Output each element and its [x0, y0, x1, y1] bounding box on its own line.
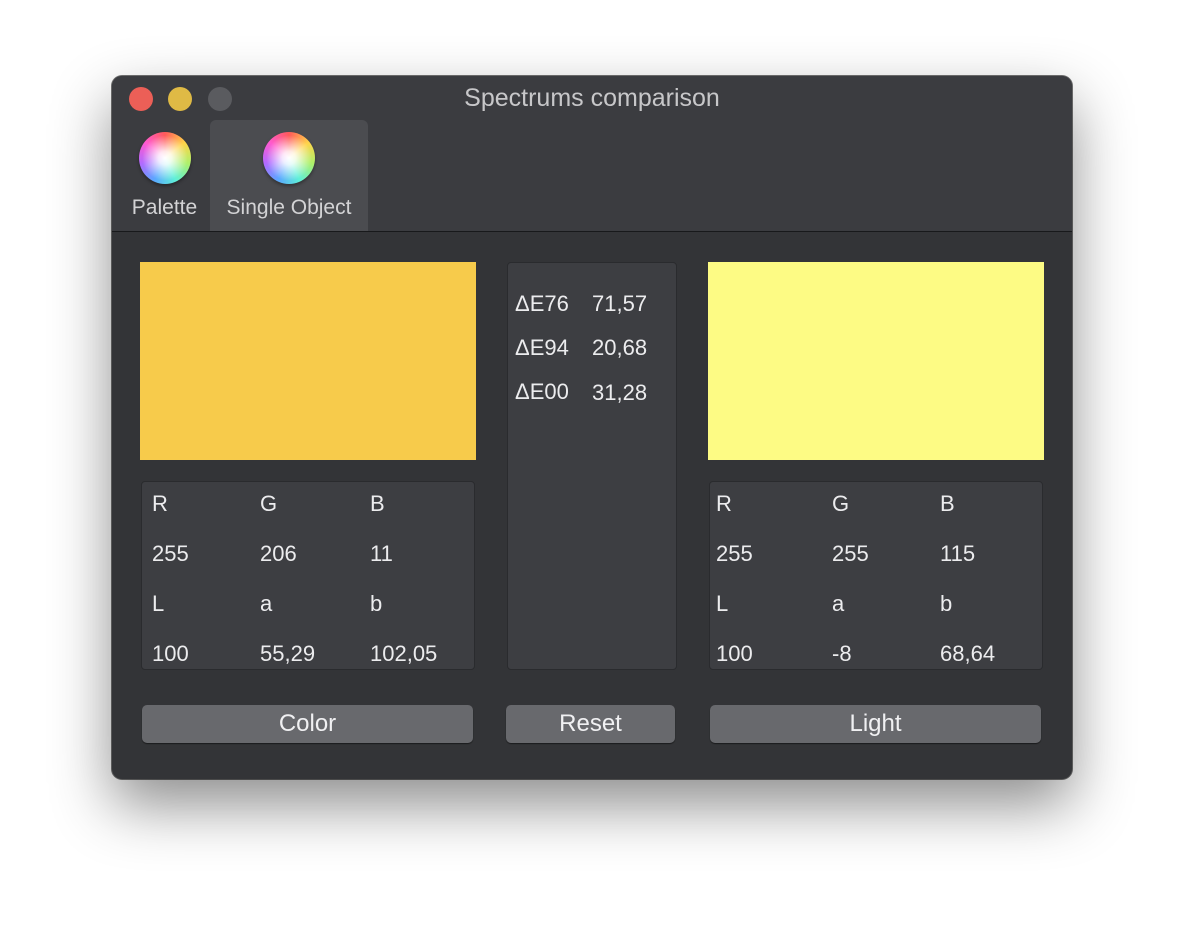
color-value-lab-b: 102,05	[370, 641, 438, 666]
light-header-b: B	[940, 491, 955, 516]
color-header-l: L	[152, 591, 165, 616]
color-header-b: B	[370, 491, 385, 516]
light-value-a: -8	[832, 641, 852, 666]
color-button[interactable]: Color	[142, 705, 473, 743]
tab-single-object[interactable]: Single Object	[210, 120, 368, 231]
light-swatch	[708, 262, 1044, 460]
delta-e00-value: 31,28	[592, 380, 648, 405]
delta-e00-label: ΔE00	[515, 379, 569, 404]
color-wheel-icon	[139, 132, 191, 184]
light-header-lab-b: b	[940, 591, 953, 616]
light-header-l: L	[716, 591, 729, 616]
spectrums-comparison-window: Spectrums comparison Palette Single Obje…	[112, 76, 1072, 779]
color-value-a: 55,29	[260, 641, 316, 666]
color-header-r: R	[152, 491, 168, 516]
color-value-g: 206	[260, 541, 297, 566]
color-value-l: 100	[152, 641, 189, 666]
titlebar-toolbar: Spectrums comparison Palette Single Obje…	[112, 76, 1072, 232]
tab-palette-label: Palette	[131, 196, 198, 219]
light-value-lab-b: 68,64	[940, 641, 996, 666]
tab-palette[interactable]: Palette	[122, 120, 207, 231]
delta-e-panel: ΔE76 71,57 ΔE94 20,68 ΔE00 31,28	[507, 262, 677, 670]
light-value-b: 115	[940, 541, 976, 566]
delta-e94-label: ΔE94	[515, 335, 569, 360]
color-header-g: G	[260, 491, 278, 516]
light-header-a: a	[832, 591, 845, 616]
color-header-lab-b: b	[370, 591, 383, 616]
tab-single-object-label: Single Object	[226, 196, 352, 219]
delta-e76-value: 71,57	[592, 291, 648, 316]
color-header-a: a	[260, 591, 273, 616]
color-values-panel: R G B 255 206 11 L a b 100 55,29 102,05	[141, 481, 475, 670]
color-swatch	[140, 262, 476, 460]
delta-e94-value: 20,68	[592, 335, 648, 360]
color-value-r: 255	[152, 541, 189, 566]
delta-e76-label: ΔE76	[515, 291, 569, 316]
light-header-g: G	[832, 491, 850, 516]
color-value-b: 11	[370, 541, 393, 566]
light-value-l: 100	[716, 641, 753, 666]
light-value-r: 255	[716, 541, 753, 566]
reset-button[interactable]: Reset	[506, 705, 675, 743]
light-header-r: R	[716, 491, 732, 516]
light-values-panel: R G B 255 255 115 L a b 100 -8 68,64	[709, 481, 1043, 670]
light-value-g: 255	[832, 541, 869, 566]
window-title: Spectrums comparison	[464, 84, 720, 112]
light-button[interactable]: Light	[710, 705, 1041, 743]
color-wheel-icon	[263, 132, 315, 184]
